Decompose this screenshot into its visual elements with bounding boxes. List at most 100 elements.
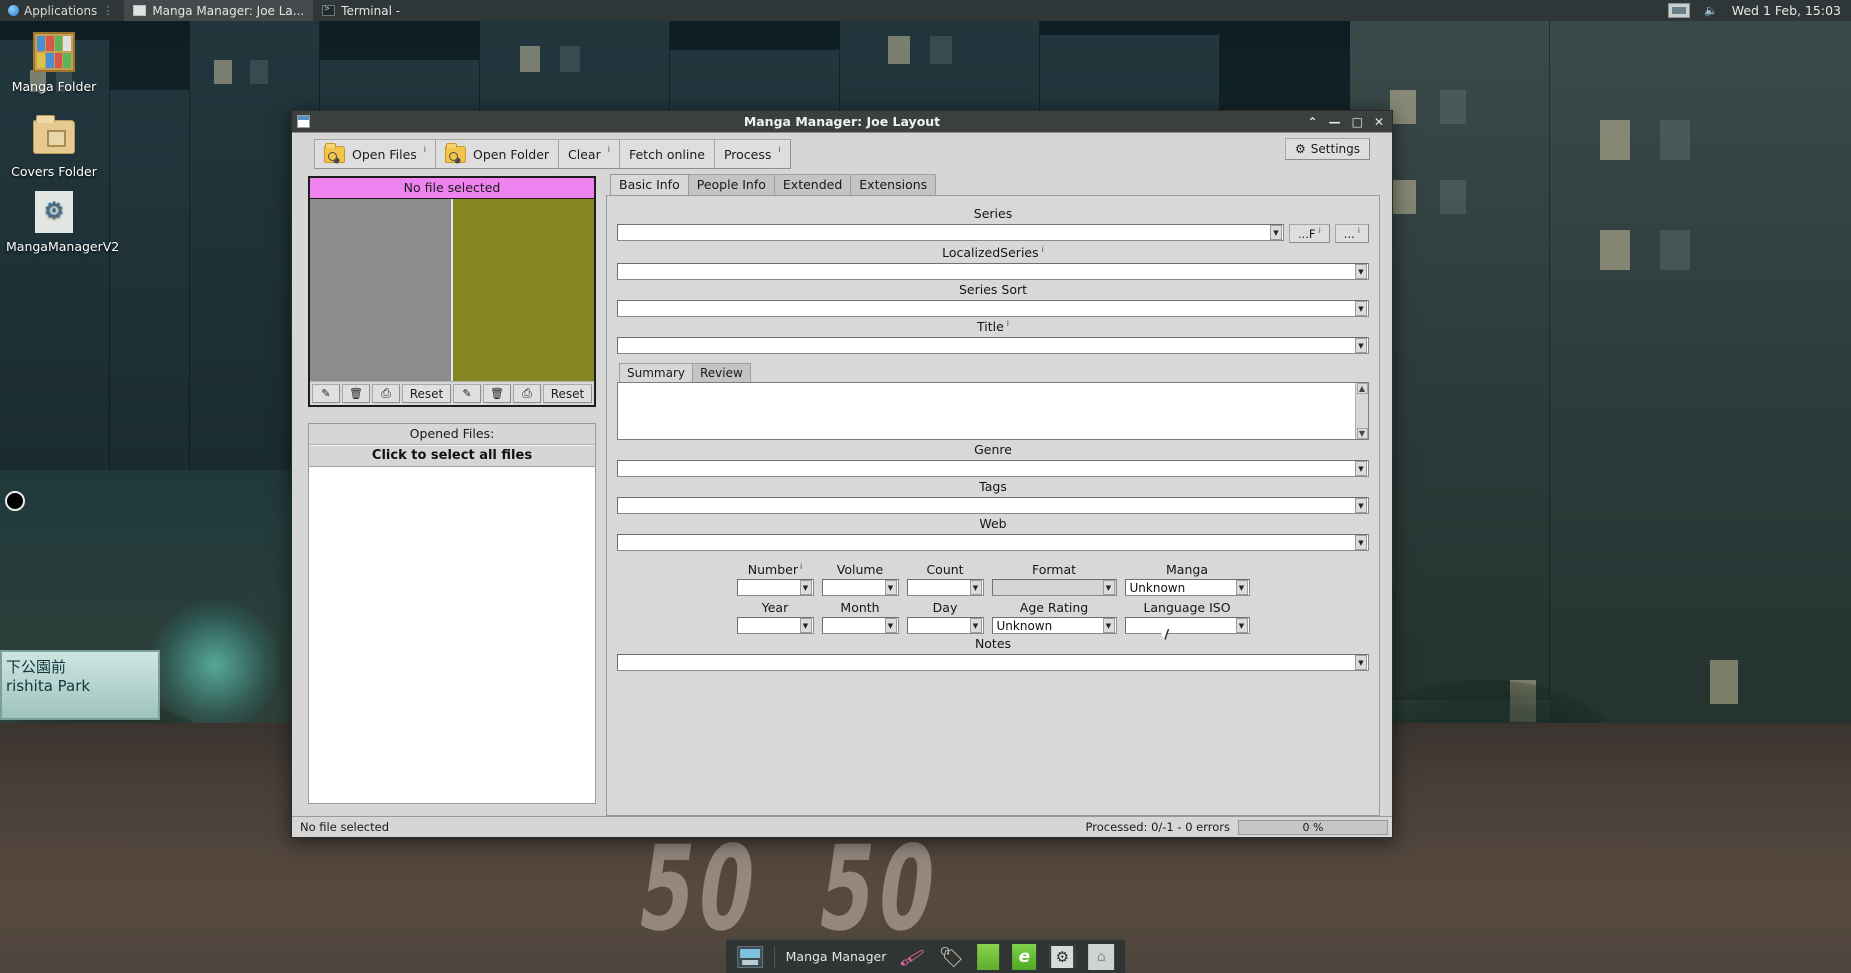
desktop-icon-mangamanagerv2[interactable]: ⚙ MangaManagerV2	[6, 190, 119, 255]
window-titlebar[interactable]: Manga Manager: Joe Layout ⌃ — □ ✕	[292, 111, 1392, 132]
dock-eyedropper[interactable]: 🖌	[894, 942, 930, 972]
chevron-down-icon[interactable]: ▼	[1235, 618, 1248, 634]
shade-button[interactable]: ⌃	[1308, 116, 1318, 128]
series-fetch-button[interactable]: ...F i	[1288, 224, 1330, 243]
genre-input[interactable]: ▼	[617, 460, 1369, 478]
manga-input[interactable]: Unknown ▼	[1124, 579, 1250, 597]
process-button[interactable]: Process i	[713, 139, 791, 169]
language-iso-input[interactable]: ▼	[1124, 617, 1250, 635]
tab-review[interactable]: Review	[692, 363, 751, 383]
dock-evernote[interactable]: e	[1007, 942, 1041, 972]
web-row: ▼	[617, 534, 1369, 552]
chevron-down-icon[interactable]: ▼	[969, 580, 982, 596]
window-tasklist: Manga Manager: Joe La... Terminal -	[124, 0, 409, 21]
dock-tag[interactable]: 🏷	[933, 942, 969, 972]
open-folder-button[interactable]: Open Folder	[435, 139, 560, 169]
edit-cover-button[interactable]: ✎	[312, 384, 340, 403]
copy-cover-button[interactable]: ⎙	[372, 384, 400, 403]
select-all-files-button[interactable]: Click to select all files	[309, 445, 595, 467]
series-input[interactable]: ▼	[617, 224, 1284, 241]
open-files-button[interactable]: Open Files i	[314, 139, 437, 169]
tab-people-info[interactable]: People Info	[687, 174, 775, 195]
tags-input[interactable]: ▼	[617, 497, 1369, 515]
clock[interactable]: Wed 1 Feb, 15:03	[1732, 3, 1841, 18]
chevron-down-icon[interactable]: ▼	[1355, 461, 1367, 477]
settings-button[interactable]: ⚙ Settings	[1285, 138, 1370, 160]
tab-basic-info[interactable]: Basic Info	[610, 174, 689, 195]
minimize-button[interactable]: —	[1329, 116, 1341, 128]
main-toolbar: Open Files i Open Folder Clear i Fetch o…	[292, 133, 1392, 171]
year-input[interactable]: ▼	[736, 617, 814, 635]
chevron-down-icon[interactable]: ▼	[1355, 655, 1367, 671]
dock-home[interactable]: ⌂	[1083, 942, 1119, 972]
series-row: ▼ ...F i ... i	[617, 224, 1369, 243]
notes-input[interactable]: ▼	[617, 654, 1369, 672]
month-input[interactable]: ▼	[821, 617, 899, 635]
tab-summary[interactable]: Summary	[619, 363, 693, 383]
chevron-down-icon[interactable]: ▼	[1355, 338, 1367, 354]
chevron-down-icon[interactable]: ▼	[1355, 498, 1367, 514]
number-input[interactable]: ▼	[736, 579, 814, 597]
chevron-down-icon[interactable]: ▼	[1355, 535, 1367, 551]
trash-icon: 🗑	[349, 387, 363, 400]
format-input[interactable]: ▼	[991, 579, 1117, 597]
summary-textarea[interactable]	[618, 383, 1355, 440]
fetch-online-button[interactable]: Fetch online	[618, 139, 715, 169]
dock-window-preview[interactable]	[732, 942, 768, 972]
count-input[interactable]: ▼	[906, 579, 984, 597]
title-input[interactable]: ▼	[617, 337, 1369, 355]
web-input[interactable]: ▼	[617, 534, 1369, 552]
volume-input[interactable]: ▼	[821, 579, 899, 597]
road-marking-right: 50	[810, 822, 949, 958]
chevron-down-icon[interactable]: ▼	[884, 580, 897, 596]
dock-green-app[interactable]	[972, 942, 1004, 972]
dock-manga-manager[interactable]: Manga Manager	[781, 942, 892, 972]
series-more-button[interactable]: ... i	[1334, 224, 1369, 243]
chevron-down-icon[interactable]: ▼	[1235, 580, 1248, 596]
window-menu-icon[interactable]	[297, 115, 310, 128]
language-iso-field: Language ISO ▼	[1124, 599, 1250, 635]
task-terminal[interactable]: Terminal -	[313, 0, 409, 21]
copy-backcover-button[interactable]: ⎙	[513, 384, 541, 403]
chevron-down-icon[interactable]: ▼	[1355, 264, 1367, 280]
chevron-down-icon[interactable]: ▼	[884, 618, 897, 634]
chevron-down-icon[interactable]: ▼	[1102, 580, 1115, 596]
reset-backcover-button[interactable]: Reset	[543, 384, 592, 403]
desktop-icon-covers-folder[interactable]: Covers Folder	[6, 115, 102, 180]
day-input[interactable]: ▼	[906, 617, 984, 635]
chevron-down-icon[interactable]: ▼	[1269, 225, 1282, 240]
tab-extensions[interactable]: Extensions	[850, 174, 937, 195]
localized-series-input[interactable]: ▼	[617, 263, 1369, 281]
front-cover-image[interactable]	[310, 199, 451, 381]
delete-cover-button[interactable]: 🗑	[342, 384, 370, 403]
notes-row: ▼	[617, 654, 1369, 672]
age-rating-input[interactable]: Unknown ▼	[991, 617, 1117, 635]
chevron-down-icon[interactable]: ▼	[1355, 301, 1367, 317]
summary-scrollbar[interactable]: ▲ ▼	[1355, 383, 1368, 440]
chevron-down-icon[interactable]: ▼	[799, 618, 812, 634]
tab-extended[interactable]: Extended	[773, 174, 852, 195]
task-manga-manager[interactable]: Manga Manager: Joe La...	[124, 0, 314, 21]
maximize-button[interactable]: □	[1352, 116, 1363, 128]
chevron-down-icon[interactable]: ▼	[799, 580, 812, 596]
close-button[interactable]: ✕	[1374, 116, 1384, 128]
applications-menu[interactable]: Applications ⋮	[0, 0, 124, 21]
desktop-icon-manga-folder[interactable]: Manga Folder	[6, 30, 102, 95]
scroll-up-icon[interactable]: ▲	[1356, 383, 1368, 395]
reset-cover-button[interactable]: Reset	[402, 384, 451, 403]
chevron-down-icon[interactable]: ▼	[1102, 618, 1115, 634]
clear-button[interactable]: Clear i	[558, 139, 620, 169]
summary-textarea-wrap: ▲ ▼	[617, 382, 1369, 441]
back-cover-image[interactable]	[451, 199, 594, 381]
cursor-ring-marker	[5, 491, 25, 511]
scroll-down-icon[interactable]: ▼	[1356, 428, 1368, 440]
dock-settings[interactable]: ⚙	[1044, 942, 1080, 972]
series-sort-input[interactable]: ▼	[617, 300, 1369, 318]
opened-files-list[interactable]	[309, 467, 595, 803]
clear-sup: i	[607, 145, 610, 154]
workspace-switcher-icon[interactable]	[1668, 3, 1691, 18]
speaker-icon[interactable]: 🔈	[1704, 4, 1718, 17]
edit-backcover-button[interactable]: ✎	[453, 384, 481, 403]
delete-backcover-button[interactable]: 🗑	[483, 384, 511, 403]
chevron-down-icon[interactable]: ▼	[969, 618, 982, 634]
